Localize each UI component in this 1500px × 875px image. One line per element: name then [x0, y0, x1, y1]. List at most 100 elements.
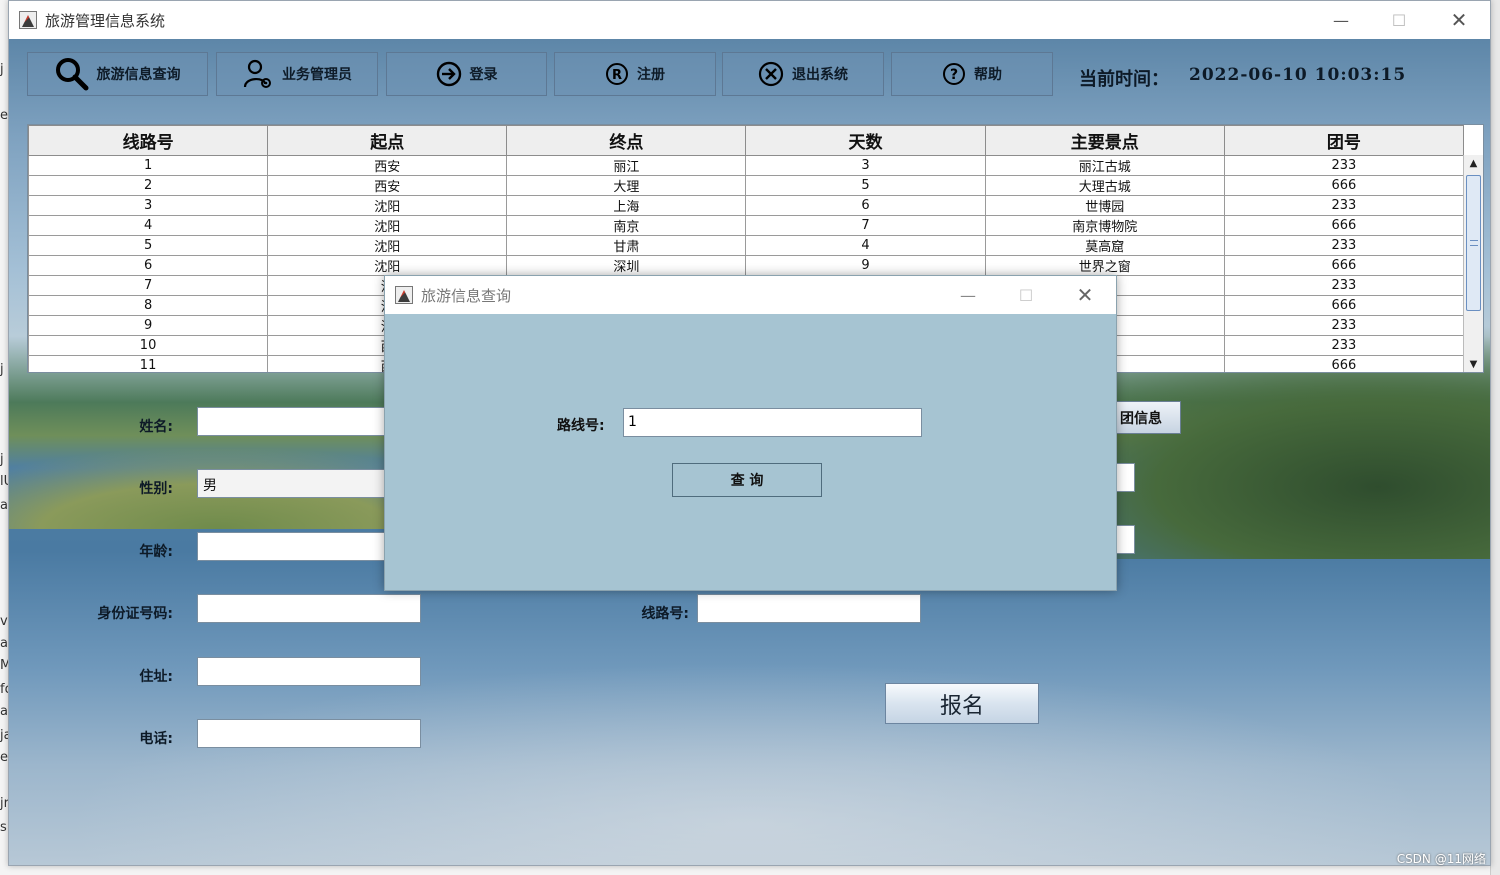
table-scrollbar[interactable]: ▲ ▼ — [1463, 155, 1483, 372]
clock-value: 2022-06-10 10:03:15 — [1189, 65, 1407, 85]
table-cell: 丽江古城 — [984, 155, 1225, 176]
gender-label: 性别: — [139, 481, 173, 497]
register-button[interactable]: R 注册 — [554, 52, 716, 96]
clock-label: 当前时间： — [1079, 69, 1169, 90]
table-cell: 沈阳 — [267, 255, 508, 276]
signup-button[interactable]: 报名 — [885, 683, 1039, 724]
admin-button[interactable]: 业务管理员 — [216, 52, 378, 96]
dialog-title: 旅游信息查询 — [421, 286, 512, 305]
query-button[interactable]: 查 询 — [672, 463, 822, 497]
column-header[interactable]: 终点 — [506, 125, 747, 156]
dialog-route-value: 1 — [628, 414, 637, 430]
close-button[interactable]: ✕ — [1430, 1, 1488, 39]
help-button[interactable]: ? 帮助 — [891, 52, 1053, 96]
tour-query-button[interactable]: 旅游信息查询 — [27, 52, 208, 96]
table-cell: 丽江 — [506, 155, 747, 176]
table-cell: 233 — [1223, 235, 1465, 256]
column-header[interactable]: 线路号 — [28, 125, 269, 156]
window-title: 旅游管理信息系统 — [45, 11, 166, 30]
arrow-right-circle-icon — [436, 61, 462, 87]
registered-icon: R — [605, 62, 629, 86]
table-cell: 2 — [28, 175, 269, 196]
table-cell: 大理古城 — [984, 175, 1225, 196]
table-row[interactable]: 4 沈阳 南京 7 南京博物院 666 — [28, 215, 1465, 236]
title-bar: 旅游管理信息系统 — ☐ ✕ — [9, 1, 1490, 39]
question-circle-icon: ? — [942, 62, 966, 86]
name-label: 姓名: — [139, 419, 173, 435]
table-cell: 沈阳 — [267, 195, 508, 216]
table-row[interactable]: 6 沈阳 深圳 9 世界之窗 666 — [28, 255, 1465, 276]
column-header[interactable]: 起点 — [267, 125, 508, 156]
app-icon — [19, 11, 37, 29]
background-text: j — [0, 62, 4, 77]
table-cell: 6 — [745, 195, 986, 216]
minimize-button[interactable]: — — [1312, 1, 1370, 39]
table-row[interactable]: 2 西安 大理 5 大理古城 666 — [28, 175, 1465, 196]
table-cell: 莫高窟 — [984, 235, 1225, 256]
dialog-app-icon — [395, 286, 413, 304]
exit-button[interactable]: 退出系统 — [722, 52, 884, 96]
maximize-button[interactable]: ☐ — [1370, 1, 1428, 39]
table-row[interactable]: 3 沈阳 上海 6 世博园 233 — [28, 195, 1465, 216]
column-header[interactable]: 主要景点 — [984, 125, 1225, 156]
table-cell: 1 — [28, 155, 269, 176]
table-cell: 深圳 — [506, 255, 747, 276]
table-cell: 甘肃 — [506, 235, 747, 256]
close-circle-icon — [758, 61, 784, 87]
table-cell: 大理 — [506, 175, 747, 196]
route-number-label: 线路号: — [641, 606, 689, 622]
scroll-up-icon[interactable]: ▲ — [1464, 155, 1483, 171]
column-header[interactable]: 团号 — [1223, 125, 1465, 156]
table-cell: 西安 — [267, 175, 508, 196]
background-scrollbar — [1490, 0, 1500, 875]
exit-label: 退出系统 — [792, 67, 848, 83]
table-cell: 世博园 — [984, 195, 1225, 216]
dialog-route-input[interactable]: 1 — [623, 408, 922, 437]
table-cell: 5 — [28, 235, 269, 256]
table-row[interactable]: 5 沈阳 甘肃 4 莫高窟 233 — [28, 235, 1465, 256]
table-cell: 上海 — [506, 195, 747, 216]
address-label: 住址: — [139, 669, 173, 685]
phone-field[interactable] — [197, 719, 421, 748]
route-number-field[interactable] — [697, 594, 921, 623]
table-cell: 西安 — [267, 155, 508, 176]
table-row[interactable]: 1 西安 丽江 3 丽江古城 233 — [28, 155, 1465, 176]
table-cell: 4 — [28, 215, 269, 236]
dialog-title-bar: 旅游信息查询 — ☐ ✕ — [385, 276, 1116, 314]
signup-label: 报名 — [939, 693, 984, 719]
table-cell: 666 — [1223, 255, 1465, 276]
address-field[interactable] — [197, 657, 421, 686]
table-cell: 南京 — [506, 215, 747, 236]
login-button[interactable]: 登录 — [386, 52, 547, 96]
watermark: CSDN @11网络 — [1396, 852, 1486, 866]
tour-query-label: 旅游信息查询 — [96, 67, 181, 83]
table-cell: 9 — [28, 315, 269, 336]
table-cell: 233 — [1223, 195, 1465, 216]
table-cell: 5 — [745, 175, 986, 196]
table-cell: 666 — [1223, 215, 1465, 236]
scroll-thumb[interactable] — [1466, 175, 1481, 311]
table-cell: 233 — [1223, 335, 1465, 356]
table-cell: 6 — [28, 255, 269, 276]
age-label: 年龄: — [139, 544, 173, 560]
svg-text:?: ? — [950, 67, 958, 83]
query-dialog: 旅游信息查询 — ☐ ✕ 路线号: 1 查 询 — [384, 275, 1117, 591]
group-info-label: 团信息 — [1120, 410, 1162, 427]
table-cell: 7 — [28, 275, 269, 296]
table-cell: 11 — [28, 355, 269, 372]
scroll-down-icon[interactable]: ▼ — [1464, 356, 1483, 372]
dialog-minimize-button[interactable]: — — [939, 276, 997, 314]
id-number-field[interactable] — [197, 594, 421, 623]
background-text: a — [0, 704, 8, 719]
dialog-maximize-button[interactable]: ☐ — [997, 276, 1055, 314]
table-cell: 9 — [745, 255, 986, 276]
register-label: 注册 — [637, 67, 665, 83]
column-header[interactable]: 天数 — [745, 125, 986, 156]
table-cell: 南京博物院 — [984, 215, 1225, 236]
table-header-row: 线路号 起点 终点 天数 主要景点 团号 — [28, 125, 1465, 156]
dialog-close-button[interactable]: ✕ — [1056, 276, 1114, 314]
table-cell: 3 — [745, 155, 986, 176]
table-cell: 233 — [1223, 315, 1465, 336]
query-label: 查 询 — [730, 473, 764, 489]
table-cell: 233 — [1223, 155, 1465, 176]
